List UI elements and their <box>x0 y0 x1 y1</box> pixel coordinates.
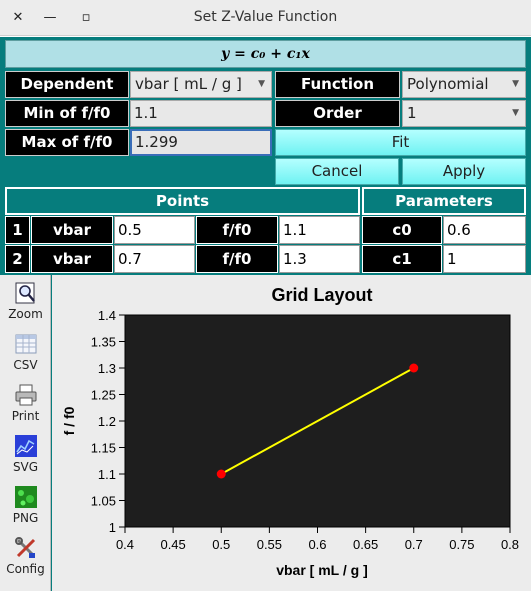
png-icon <box>14 486 37 508</box>
svg-icon <box>14 435 37 457</box>
max-input[interactable]: 1.299 <box>130 129 272 156</box>
point-x-input[interactable]: 0.5 <box>114 216 195 244</box>
dialog-content: y = c₀ + c₁x Dependent vbar [ mL / g ] ▼… <box>0 37 531 591</box>
order-label: Order <box>275 100 400 127</box>
point-y-name: f/f0 <box>196 216 278 244</box>
y-axis: 1 1.05 1.1 1.15 1.2 1.25 1.3 1.35 1.4 <box>91 308 125 535</box>
plot-toolbar: Zoom CSV Print SVG PNG Config <box>0 275 51 591</box>
png-button[interactable]: PNG <box>0 485 51 535</box>
zoom-button[interactable]: Zoom <box>0 281 51 331</box>
title-bar: ✕ — ▫ Set Z-Value Function <box>0 0 531 36</box>
chart-title: Grid Layout <box>271 285 372 305</box>
x-tick-label: 0.5 <box>212 537 230 552</box>
y-tick-label: 1.15 <box>91 441 116 456</box>
y-tick-label: 1.05 <box>91 494 116 509</box>
svg-label: SVG <box>12 460 39 474</box>
order-select[interactable]: 1 ▼ <box>402 100 526 127</box>
y-tick-label: 1.25 <box>91 388 116 403</box>
zoom-icon <box>15 282 35 304</box>
y-tick-label: 1.2 <box>98 414 116 429</box>
x-tick-label: 0.75 <box>449 537 474 552</box>
config-icon <box>14 537 35 558</box>
y-tick-label: 1.1 <box>98 467 116 482</box>
chevron-down-icon: ▼ <box>512 79 519 89</box>
x-axis: 0.4 0.45 0.5 0.55 0.6 0.65 0.7 0.75 0.8 <box>116 527 519 552</box>
param-c1-input[interactable]: 1 <box>443 245 526 273</box>
point-x-name: vbar <box>31 245 113 273</box>
function-select-value: Polynomial <box>407 75 489 93</box>
order-select-value: 1 <box>407 104 417 122</box>
param-name: c1 <box>362 245 442 273</box>
point-y-name: f/f0 <box>196 245 278 273</box>
parameters-header: Parameters <box>362 187 526 215</box>
dependent-label: Dependent <box>5 71 129 98</box>
function-select[interactable]: Polynomial ▼ <box>402 71 526 98</box>
point-x-name: vbar <box>31 216 113 244</box>
point-y-input[interactable]: 1.1 <box>279 216 360 244</box>
point-index: 2 <box>5 245 30 273</box>
y-tick-label: 1 <box>109 520 116 535</box>
max-label: Max of f/f0 <box>5 129 129 156</box>
svg-button[interactable]: SVG <box>0 434 51 484</box>
x-tick-label: 0.7 <box>405 537 423 552</box>
x-tick-label: 0.45 <box>160 537 185 552</box>
y-tick-label: 1.35 <box>91 335 116 350</box>
fit-button[interactable]: Fit <box>275 129 526 156</box>
csv-button[interactable]: CSV <box>0 332 51 382</box>
plot-area: Grid Layout 1 1.05 1.1 1.15 1.2 1.25 1.3 1.35 1.… <box>52 275 531 591</box>
csv-label: CSV <box>13 358 38 372</box>
window-title: Set Z-Value Function <box>193 9 338 25</box>
csv-icon <box>15 334 36 354</box>
x-tick-label: 0.6 <box>308 537 326 552</box>
y-tick-label: 1.4 <box>98 308 116 323</box>
print-icon <box>15 384 36 406</box>
print-button[interactable]: Print <box>0 383 51 433</box>
y-axis-label: f / f0 <box>61 406 77 435</box>
chevron-down-icon: ▼ <box>512 108 519 118</box>
zoom-label: Zoom <box>8 307 43 321</box>
point-x-input[interactable]: 0.7 <box>114 245 195 273</box>
dependent-select-value: vbar [ mL / g ] <box>135 75 242 93</box>
cancel-button[interactable]: Cancel <box>275 158 399 185</box>
x-tick-label: 0.8 <box>501 537 519 552</box>
data-point <box>216 469 226 479</box>
x-axis-label: vbar [ mL / g ] <box>276 562 368 578</box>
point-y-input[interactable]: 1.3 <box>279 245 360 273</box>
min-input[interactable]: 1.1 <box>130 100 272 127</box>
function-label: Function <box>275 71 400 98</box>
config-label: Config <box>6 562 45 576</box>
print-label: Print <box>11 409 40 423</box>
data-point <box>409 363 419 373</box>
config-button[interactable]: Config <box>0 536 51 586</box>
point-index: 1 <box>5 216 30 244</box>
param-c0-input[interactable]: 0.6 <box>443 216 526 244</box>
min-label: Min of f/f0 <box>5 100 129 127</box>
apply-button[interactable]: Apply <box>402 158 526 185</box>
png-label: PNG <box>12 511 39 525</box>
dialog-window: ✕ — ▫ Set Z-Value Function y = c₀ + c₁x … <box>0 0 531 591</box>
equation-banner: y = c₀ + c₁x <box>5 40 526 68</box>
chart-svg: Grid Layout 1 1.05 1.1 1.15 1.2 1.25 1.3 1.35 1.… <box>61 285 519 578</box>
dependent-select[interactable]: vbar [ mL / g ] ▼ <box>130 71 272 98</box>
param-name: c0 <box>362 216 442 244</box>
points-header: Points <box>5 187 360 215</box>
chevron-down-icon: ▼ <box>258 79 265 89</box>
x-tick-label: 0.4 <box>116 537 134 552</box>
x-tick-label: 0.65 <box>353 537 378 552</box>
x-tick-label: 0.55 <box>257 537 282 552</box>
y-tick-label: 1.3 <box>98 361 116 376</box>
